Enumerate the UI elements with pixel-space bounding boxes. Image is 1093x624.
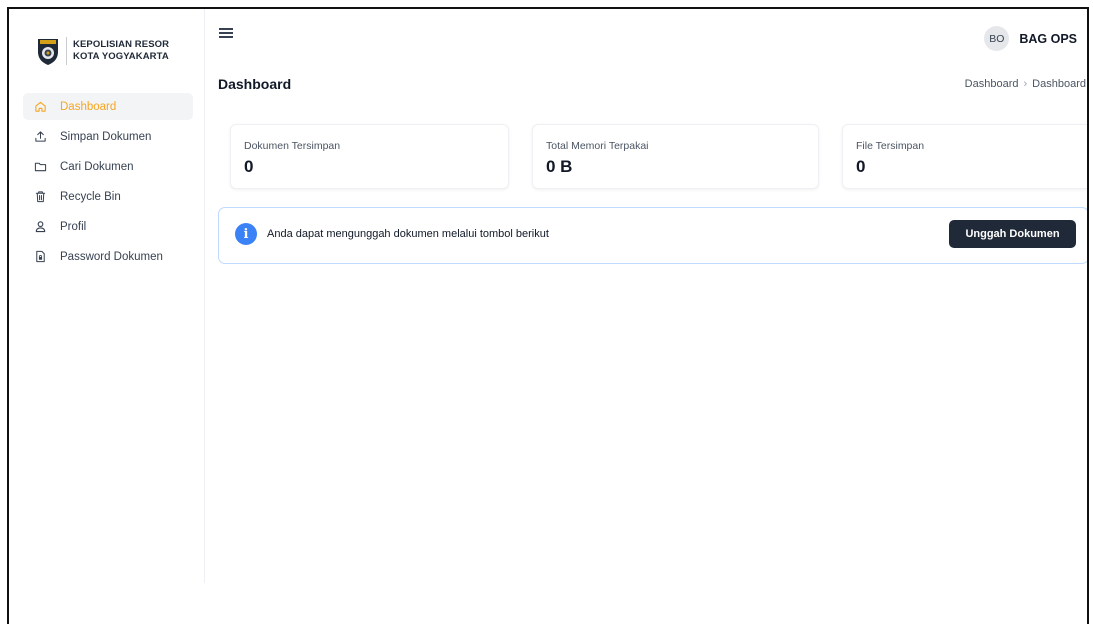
user-icon: [33, 220, 47, 234]
sidebar-item-label: Cari Dokumen: [60, 160, 134, 173]
brand-name: KEPOLISIAN RESOR KOTA YOGYAKARTA: [73, 39, 169, 63]
sidebar: KEPOLISIAN RESOR KOTA YOGYAKARTA Dashboa…: [9, 9, 205, 583]
breadcrumb-item-current: Dashboard: [1032, 78, 1086, 90]
sidebar-item-label: Simpan Dokumen: [60, 130, 152, 143]
stat-value: 0: [856, 157, 866, 176]
upload-document-button[interactable]: Unggah Dokumen: [949, 220, 1076, 248]
info-icon: i: [235, 223, 257, 245]
police-emblem-logo: [35, 36, 61, 66]
file-lock-icon: [33, 250, 47, 264]
brand-line-1: KEPOLISIAN RESOR: [73, 39, 170, 50]
sidebar-item-dashboard[interactable]: Dashboard: [23, 93, 193, 120]
stat-label: File Tersimpan: [856, 140, 925, 152]
stat-label: Total Memori Terpakai: [546, 140, 649, 152]
user-name[interactable]: BAG OPS: [1019, 32, 1077, 46]
stat-card-total-memori: Total Memori Terpakai 0 B: [532, 124, 819, 189]
main-content: BO BAG OPS Dashboard Dashboard › Dashboa…: [205, 9, 1087, 624]
info-alert: i Anda dapat mengunggah dokumen melalui …: [218, 207, 1087, 264]
sidebar-item-recycle-bin[interactable]: Recycle Bin: [23, 183, 193, 210]
sidebar-item-label: Dashboard: [60, 100, 117, 113]
brand[interactable]: KEPOLISIAN RESOR KOTA YOGYAKARTA: [35, 36, 169, 66]
breadcrumb-item[interactable]: Dashboard: [965, 78, 1019, 90]
brand-divider: [66, 37, 67, 65]
sidebar-nav: Dashboard Simpan Dokumen Cari Dokumen Re…: [23, 93, 193, 273]
stat-label: Dokumen Tersimpan: [244, 140, 341, 152]
app-window: KEPOLISIAN RESOR KOTA YOGYAKARTA Dashboa…: [7, 7, 1089, 624]
upload-icon: [33, 130, 47, 144]
sidebar-item-password-dokumen[interactable]: Password Dokumen: [23, 243, 193, 270]
folder-icon: [33, 160, 47, 174]
stat-value: 0 B: [546, 157, 573, 176]
sidebar-item-label: Password Dokumen: [60, 250, 163, 263]
home-icon: [33, 100, 47, 114]
menu-toggle-icon[interactable]: [219, 28, 233, 40]
sidebar-item-label: Recycle Bin: [60, 190, 121, 203]
info-message: Anda dapat mengunggah dokumen melalui to…: [267, 228, 549, 240]
trash-icon: [33, 190, 47, 204]
stat-card-file-tersimpan: File Tersimpan 0: [842, 124, 1087, 189]
sidebar-item-label: Profil: [60, 220, 87, 233]
avatar[interactable]: BO: [984, 26, 1010, 51]
brand-line-2: KOTA YOGYAKARTA: [73, 51, 169, 62]
breadcrumb: Dashboard › Dashboard: [965, 78, 1086, 90]
stat-value: 0: [244, 157, 254, 176]
sidebar-item-simpan-dokumen[interactable]: Simpan Dokumen: [23, 123, 193, 150]
page-title: Dashboard: [218, 76, 292, 92]
stat-card-dokumen-tersimpan: Dokumen Tersimpan 0: [230, 124, 509, 189]
user-menu[interactable]: BO BAG OPS: [984, 26, 1077, 51]
sidebar-item-profil[interactable]: Profil: [23, 213, 193, 240]
chevron-right-icon: ›: [1023, 78, 1028, 90]
sidebar-item-cari-dokumen[interactable]: Cari Dokumen: [23, 153, 193, 180]
